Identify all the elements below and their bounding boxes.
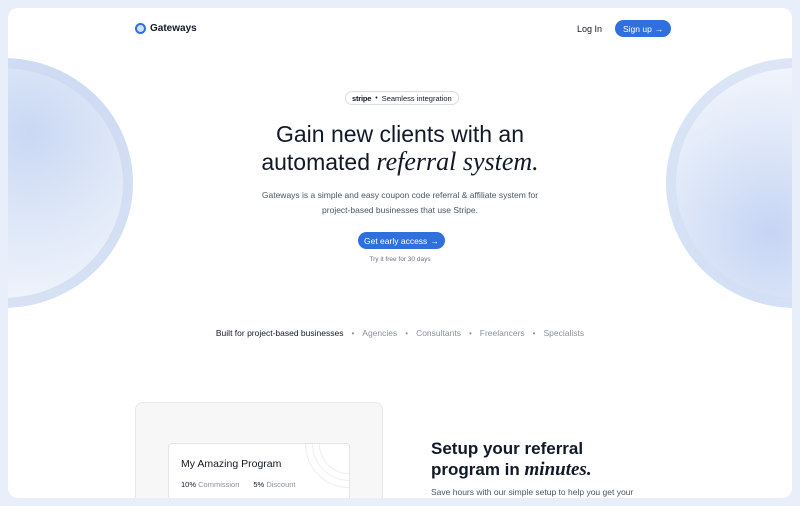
stripe-logo: stripe <box>352 93 372 103</box>
logo-icon <box>135 23 146 34</box>
setup-title-line2: program in <box>431 460 525 479</box>
audience-lead: Built for project-based businesses <box>215 328 344 338</box>
program-title: My Amazing Program <box>181 458 282 470</box>
logo[interactable]: Gateways <box>135 23 197 34</box>
stripe-badge: stripe • Seamless integration <box>345 91 459 105</box>
setup-title: Setup your referral program in minutes. <box>431 438 592 480</box>
signup-label: Sign up <box>623 23 652 34</box>
audience-separator: • <box>405 328 409 338</box>
audience-item: Consultants <box>416 328 461 338</box>
login-link[interactable]: Log In <box>577 24 602 34</box>
audience-item: Freelancers <box>479 328 525 338</box>
audience-list: Built for project-based businesses • Age… <box>8 328 792 338</box>
program-card: My Amazing Program 10% Commission 5% Dis… <box>168 443 350 498</box>
program-stats: 10% Commission 5% Discount <box>181 480 296 489</box>
decorative-circle-right <box>666 58 792 308</box>
hero-title-italic: referral system. <box>376 147 539 176</box>
setup-description: Save hours with our simple setup to help… <box>431 487 634 497</box>
commission-value: 10% <box>181 480 197 489</box>
cta-label: Get early access <box>364 235 428 246</box>
discount-stat: 5% Discount <box>253 480 295 489</box>
hero-title: Gain new clients with an automated refer… <box>8 120 792 176</box>
cta-note: Try it free for 30 days <box>369 256 431 263</box>
logo-text: Gateways <box>150 23 197 34</box>
signup-button[interactable]: Sign up → <box>615 20 672 37</box>
audience-separator: • <box>351 328 355 338</box>
decorative-circle-left <box>8 58 133 308</box>
discount-label: Discount <box>266 480 296 489</box>
audience-separator: • <box>468 328 472 338</box>
browser-frame: Gateways Log In Sign up → stripe • Seaml… <box>8 8 792 498</box>
setup-title-italic: minutes. <box>524 459 592 480</box>
badge-separator: • <box>375 94 378 102</box>
audience-separator: • <box>532 328 536 338</box>
decorative-arcs <box>319 444 349 474</box>
get-early-access-button[interactable]: Get early access → <box>358 232 445 249</box>
hero-subtitle: Gateways is a simple and easy coupon cod… <box>261 190 539 215</box>
arrow-right-icon: → <box>430 235 439 246</box>
audience-item: Agencies <box>362 328 398 338</box>
hero-title-line1: Gain new clients with an <box>275 121 524 147</box>
arrow-right-icon: → <box>654 23 664 34</box>
hero-title-line2: automated <box>261 149 377 175</box>
audience-item: Specialists <box>543 328 585 338</box>
commission-label: Commission <box>198 480 240 489</box>
commission-stat: 10% Commission <box>181 480 239 489</box>
discount-value: 5% <box>253 480 265 489</box>
setup-title-line1: Setup your referral <box>431 439 584 458</box>
badge-text: Seamless integration <box>381 93 452 103</box>
